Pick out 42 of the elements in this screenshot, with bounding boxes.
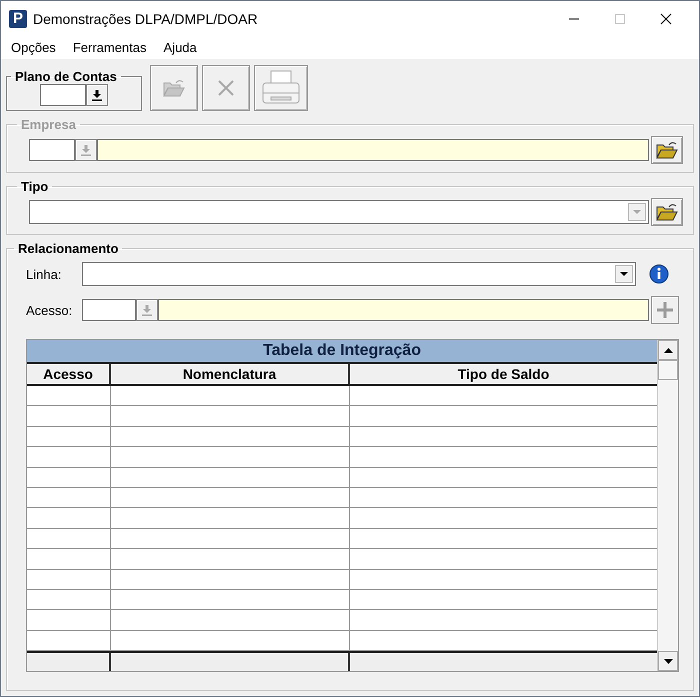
scroll-down-button[interactable]	[658, 651, 678, 671]
scroll-up-button[interactable]	[658, 340, 678, 360]
folder-icon	[656, 141, 678, 159]
dropdown[interactable]	[29, 200, 649, 224]
column-header: Tipo de Saldo	[456, 365, 550, 384]
group-label: Relacionamento	[17, 241, 120, 256]
table-title: Tabela de Integração	[27, 340, 657, 364]
caret-icon	[620, 272, 628, 276]
plus-icon	[656, 301, 674, 319]
close-icon[interactable]	[660, 12, 672, 24]
menu-item[interactable]: Ajuda	[164, 40, 197, 55]
folder-icon	[163, 79, 185, 97]
caret-icon	[633, 210, 641, 214]
field-label: Acesso:	[26, 302, 74, 318]
input-field[interactable]	[97, 139, 649, 161]
group-label: Tipo	[20, 179, 50, 194]
open-button[interactable]	[651, 198, 683, 226]
open-button[interactable]	[651, 136, 683, 164]
download-icon	[81, 144, 91, 156]
menu-item[interactable]: Ferramentas	[72, 40, 147, 55]
folder-icon	[656, 203, 678, 221]
scrollbar-thumb[interactable]	[658, 360, 678, 380]
dropdown[interactable]	[82, 262, 636, 286]
column-header: Acesso	[27, 364, 111, 384]
group-label: Plano de Contas	[14, 69, 118, 84]
download-icon	[142, 304, 152, 316]
menu-item[interactable]: Opções	[11, 40, 56, 55]
delete-icon	[217, 79, 235, 97]
group-label: Empresa	[20, 117, 77, 132]
download-button[interactable]	[86, 84, 108, 106]
column-header: Nomenclatura	[111, 364, 350, 384]
download-icon	[92, 90, 102, 100]
info-icon[interactable]	[649, 264, 669, 284]
caret-icon	[664, 348, 672, 352]
window-title: Demonstrações DLPA/DMPL/DOAR	[33, 10, 258, 26]
input-field[interactable]	[82, 299, 136, 321]
input-field[interactable]	[29, 139, 75, 161]
app-logo: P	[9, 10, 27, 28]
input-field[interactable]	[40, 84, 86, 106]
caret-icon	[664, 658, 672, 664]
input-field[interactable]	[158, 299, 649, 321]
field-label: Linha:	[26, 266, 62, 282]
